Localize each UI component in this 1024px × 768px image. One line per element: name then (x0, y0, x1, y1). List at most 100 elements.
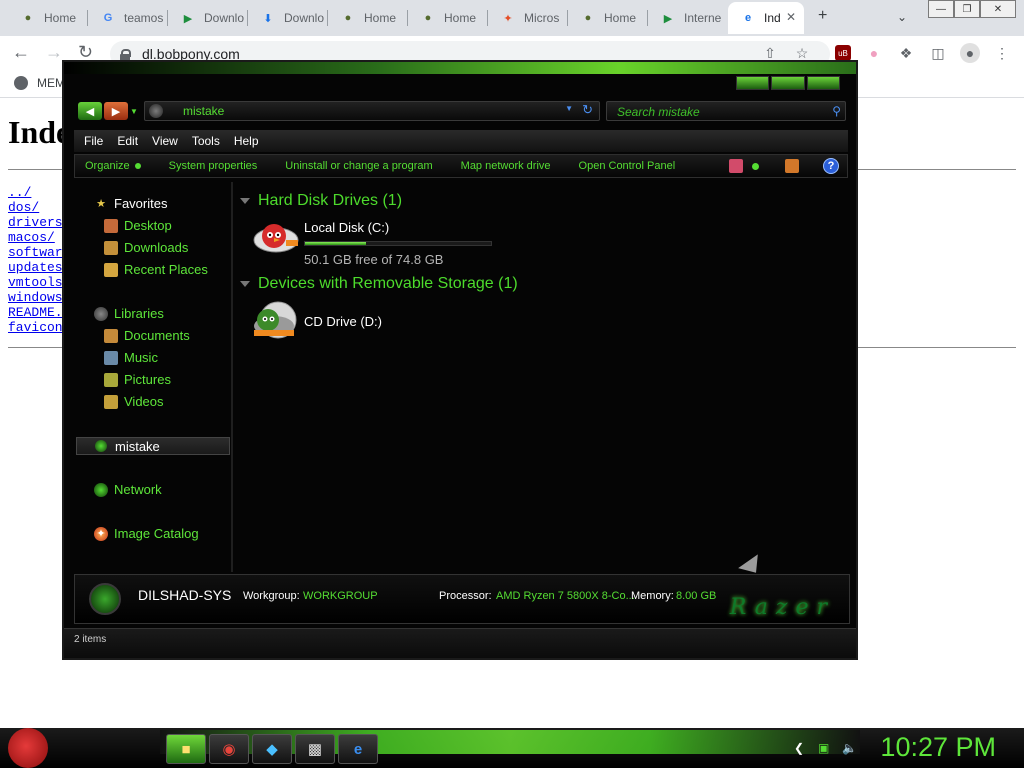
tab-download-2[interactable]: ⬇ Downlo (248, 2, 328, 34)
menu-edit[interactable]: Edit (117, 134, 138, 148)
taskbar-chrome-button[interactable]: ◉ (209, 734, 249, 764)
taskbar-media-button[interactable]: ▩ (295, 734, 335, 764)
site-icon: ● (424, 12, 432, 24)
minimize-button[interactable]: — (928, 0, 954, 18)
address-dropdown-icon[interactable]: ▼ (565, 104, 573, 113)
close-tab-icon[interactable]: ✕ (786, 10, 796, 24)
recent-places-icon (104, 262, 118, 277)
menu-help[interactable]: Help (234, 134, 259, 148)
lock-icon (120, 48, 131, 61)
tab-index-active[interactable]: e Ind ✕ (728, 2, 804, 34)
share-icon[interactable]: ⇧ (762, 45, 778, 61)
group-hard-disk-drives[interactable]: Hard Disk Drives (1) (240, 192, 402, 210)
extensions-puzzle-icon[interactable]: ❖ (898, 45, 914, 61)
nav-desktop[interactable]: Desktop (104, 218, 172, 233)
tray-expand-icon[interactable]: ❮ (794, 741, 804, 755)
explorer-minimize-button[interactable] (736, 76, 770, 90)
taskbar-ie-button[interactable]: e (338, 734, 378, 764)
start-button[interactable] (8, 728, 48, 768)
image-catalog-icon: ✦ (94, 526, 108, 541)
tab-search-button[interactable]: ⌄ (897, 10, 907, 24)
organize-button[interactable]: Organize (85, 160, 141, 172)
explorer-close-button[interactable] (806, 76, 840, 90)
tab-home-1[interactable]: ● Home (8, 2, 88, 34)
nav-libraries[interactable]: Libraries (94, 306, 164, 321)
nav-label: Libraries (114, 306, 164, 321)
tab-microsoft[interactable]: ✦ Micros (488, 2, 568, 34)
address-row: ◀ ▶ ▼ mistake ▼ ↻ Search mistake ⚲ (64, 98, 856, 124)
forward-arrow-icon[interactable]: ▶ (104, 102, 128, 120)
close-button[interactable]: ✕ (980, 0, 1016, 18)
tab-teamos[interactable]: G teamos (88, 2, 168, 34)
search-icon[interactable]: ⚲ (832, 104, 841, 118)
status-bar: 2 items (64, 628, 856, 658)
taskbar-clock[interactable]: 10:27 PM (880, 732, 996, 763)
nav-label: Music (124, 350, 158, 365)
computer-orb-icon (95, 440, 107, 452)
refresh-icon[interactable]: ↻ (582, 102, 593, 118)
new-tab-button[interactable]: + (818, 7, 827, 25)
nav-recent-places[interactable]: Recent Places (104, 262, 208, 277)
menu-file[interactable]: File (84, 134, 103, 148)
open-control-panel-button[interactable]: Open Control Panel (579, 160, 676, 172)
nav-network[interactable]: Network (94, 482, 162, 497)
preview-pane-icon[interactable] (785, 159, 799, 173)
map-network-drive-button[interactable]: Map network drive (461, 160, 551, 172)
nav-documents[interactable]: Documents (104, 328, 190, 343)
menu-view[interactable]: View (152, 134, 178, 148)
view-options-icon[interactable] (729, 159, 743, 173)
forward-button[interactable]: → (45, 42, 63, 63)
nav-favorites[interactable]: ★ Favorites (94, 196, 167, 211)
system-properties-button[interactable]: System properties (169, 160, 258, 172)
tab-home-2[interactable]: ● Home (328, 2, 408, 34)
bookmark-item[interactable]: MEM (14, 76, 65, 90)
ublock-icon[interactable]: uB (835, 45, 851, 61)
extension-flag-icon[interactable]: ● (866, 45, 882, 61)
tab-home-4[interactable]: ● Home (568, 2, 648, 34)
menu-tools[interactable]: Tools (192, 134, 220, 148)
taskbar-network-button[interactable]: ◆ (252, 734, 292, 764)
pc-name: DILSHAD-SYS (138, 587, 232, 603)
nav-videos[interactable]: Videos (104, 394, 164, 409)
content-pane: Hard Disk Drives (1) Local Disk (C:) 50.… (234, 182, 848, 580)
back-arrow-icon[interactable]: ◀ (78, 102, 102, 120)
nav-downloads[interactable]: Downloads (104, 240, 188, 255)
nav-image-catalog[interactable]: ✦ Image Catalog (94, 526, 199, 541)
menu-kebab-icon[interactable]: ⋮ (994, 45, 1010, 61)
tab-home-3[interactable]: ● Home (408, 2, 488, 34)
uninstall-program-button[interactable]: Uninstall or change a program (285, 160, 432, 172)
explorer-search-field[interactable]: Search mistake ⚲ (606, 101, 846, 121)
processor-label: Processor: (439, 590, 492, 602)
nav-label: Favorites (114, 196, 168, 211)
usage-bar-fill (305, 242, 367, 245)
google-icon: G (103, 12, 113, 24)
explorer-address-bar[interactable]: mistake ▼ ↻ (144, 101, 600, 121)
browser-tab-strip: ● Home G teamos ▶ Downlo ⬇ Downlo ● Home… (0, 0, 1024, 36)
razer-logo: Razer (729, 595, 835, 620)
window-title-strip (64, 62, 856, 74)
menu-bar: File Edit View Tools Help (74, 130, 848, 152)
nav-pictures[interactable]: Pictures (104, 372, 171, 387)
cd-drive-item[interactable]: CD Drive (D:) (252, 300, 382, 340)
nav-computer-selected[interactable]: mistake (76, 437, 230, 455)
recent-pages-icon[interactable]: ▼ (130, 107, 138, 116)
back-button[interactable]: ← (12, 42, 30, 63)
tab-download-1[interactable]: ▶ Downlo (168, 2, 248, 34)
battery-icon[interactable]: ▣ (818, 741, 829, 755)
maximize-button[interactable]: ❐ (954, 0, 980, 18)
pane-divider[interactable] (231, 182, 233, 572)
tab-internet[interactable]: ▶ Interne (648, 2, 728, 34)
explorer-maximize-button[interactable] (771, 76, 805, 90)
nav-music[interactable]: Music (104, 350, 158, 365)
group-removable-storage[interactable]: Devices with Removable Storage (1) (240, 275, 518, 293)
volume-icon[interactable]: 🔈 (842, 741, 857, 755)
computer-icon (89, 583, 121, 615)
side-panel-icon[interactable]: ◫ (930, 45, 946, 61)
bookmark-star-icon[interactable]: ☆ (794, 45, 810, 61)
local-disk-item[interactable]: Local Disk (C:) 50.1 GB free of 74.8 GB (252, 216, 492, 267)
workgroup-label: Workgroup: (243, 590, 300, 602)
profile-avatar-icon[interactable]: ● (960, 43, 980, 63)
view-dropdown-dot-icon[interactable] (752, 163, 759, 170)
help-icon[interactable]: ? (823, 158, 839, 174)
taskbar-explorer-button[interactable]: ■ (166, 734, 206, 764)
